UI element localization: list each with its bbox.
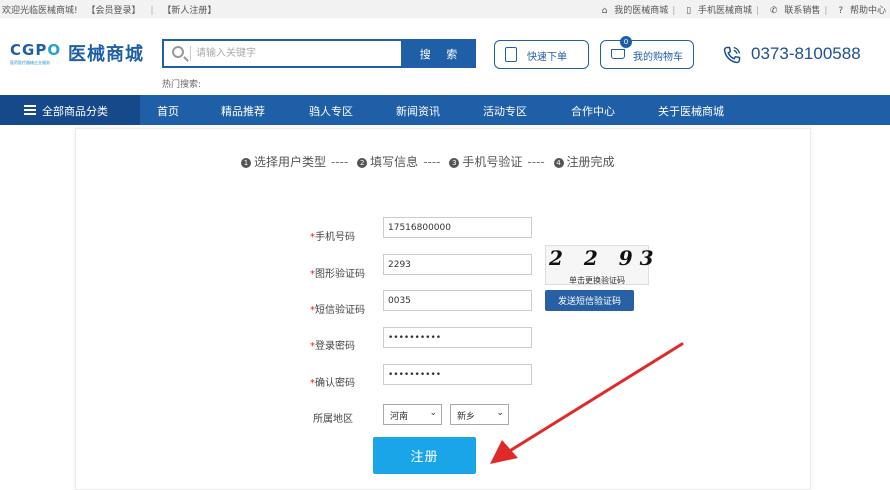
cart-icon [611,49,625,59]
main-nav: 全部商品分类 首页 精品推荐 驺人专区 新闻资讯 活动专区 合作中心 关于医械商… [0,95,890,125]
nav-item-featured[interactable]: 精品推荐 [221,103,265,119]
quick-order-label: 快速下单 [527,52,567,63]
all-categories-menu[interactable]: 全部商品分类 [0,95,140,125]
captcha-input[interactable] [383,254,532,275]
help-link[interactable]: 帮助中心 [850,6,886,16]
province-select[interactable]: 河南 ⌄ [383,404,442,425]
captcha-chars: 2 2 93 [549,246,661,270]
captcha-image[interactable]: 2 2 93 单击更换验证码 [545,245,654,285]
step-number: 4 [553,158,564,168]
lightning-doc-icon [505,47,517,62]
registration-steps: 1 选择用户类型 ---- 2 填写信息 ---- 3 手机号验证 ---- 4 注册完成 [241,153,615,170]
step-separator: ---- [527,155,545,169]
search-input[interactable] [196,44,396,63]
mobile-icon: ▯ [686,6,692,16]
all-categories-label: 全部商品分类 [42,105,108,118]
nav-item-news[interactable]: 新闻资讯 [396,103,440,119]
step-label: 注册完成 [566,155,615,169]
nav-item-home[interactable]: 首页 [157,103,179,119]
phone-icon [723,46,741,64]
step-label: 选择用户类型 [254,155,327,169]
step-number: 3 [449,158,460,168]
confirm-password-label: *确认密码 [310,378,355,389]
captcha-label: *图形验证码 [310,269,365,280]
phone-small-icon: ✆ [769,6,778,16]
nav-item-events[interactable]: 活动专区 [483,103,527,119]
step-label: 填写信息 [370,155,419,169]
send-sms-button[interactable]: 发送短信验证码 [545,290,634,311]
step-separator: ---- [423,155,441,169]
logo-subtitle: 医药医疗器械企业服务 [10,60,50,65]
region-label: 所属地区 [313,414,353,425]
step-number: 1 [241,158,251,168]
login-link[interactable]: 【会员登录】 [86,6,140,16]
sms-code-input[interactable] [383,290,532,311]
step-number: 2 [357,158,368,168]
search-button[interactable]: 搜 索 [401,39,476,68]
welcome-text: 欢迎光临医械商城! [2,6,78,16]
contact-sales-link[interactable]: 联系销售 [784,6,820,16]
nav-item-partners[interactable]: 合作中心 [571,103,615,119]
site-logo[interactable]: CGPO 医械商城 医药医疗器械企业服务 [10,40,155,68]
phone-label: *手机号码 [310,232,355,243]
house-icon: ⌂ [601,6,608,16]
nav-item-zone[interactable]: 驺人专区 [309,103,353,119]
password-label: *登录密码 [310,341,355,352]
menu-icon [24,105,36,107]
nav-item-about[interactable]: 关于医械商城 [658,103,724,119]
search-box [162,39,402,68]
cart-count-badge: 0 [620,36,632,48]
help-icon: ? [838,6,844,16]
top-bar: 欢迎光临医械商城! 【会员登录】 | 【新人注册】 ⌂ 我的医械商城 | ▯ 手机医… [0,0,890,18]
phone-input[interactable] [383,217,532,238]
cart-label: 我的购物车 [633,52,683,63]
quick-order-button[interactable]: 快速下单 [494,40,589,69]
hotline-number: 0373-8100588 [751,44,861,63]
captcha-refresh-tip: 单击更换验证码 [569,276,625,285]
step-label: 手机号验证 [462,155,523,169]
hot-search-label: 热门搜索: [162,80,202,90]
chevron-down-icon: ⌄ [429,408,437,418]
page: 欢迎光临医械商城! 【会员登录】 | 【新人注册】 ⌂ 我的医械商城 | ▯ 手机医… [0,0,890,490]
register-submit-button[interactable]: 注册 [373,437,476,474]
sms-code-label: *短信验证码 [310,305,365,316]
logo-en: CGP [10,41,48,59]
step-separator: ---- [331,155,349,169]
logo-o: O [47,41,62,59]
register-link[interactable]: 【新人注册】 [162,6,216,16]
search-icon [172,46,184,58]
my-mall-link[interactable]: 我的医械商城 [614,6,668,16]
red-arrow-annotation [490,342,684,464]
cart-button[interactable]: 0 我的购物车 [600,36,694,69]
logo-cn: 医械商城 [68,44,144,65]
mobile-mall-link[interactable]: 手机医械商城 [698,6,752,16]
